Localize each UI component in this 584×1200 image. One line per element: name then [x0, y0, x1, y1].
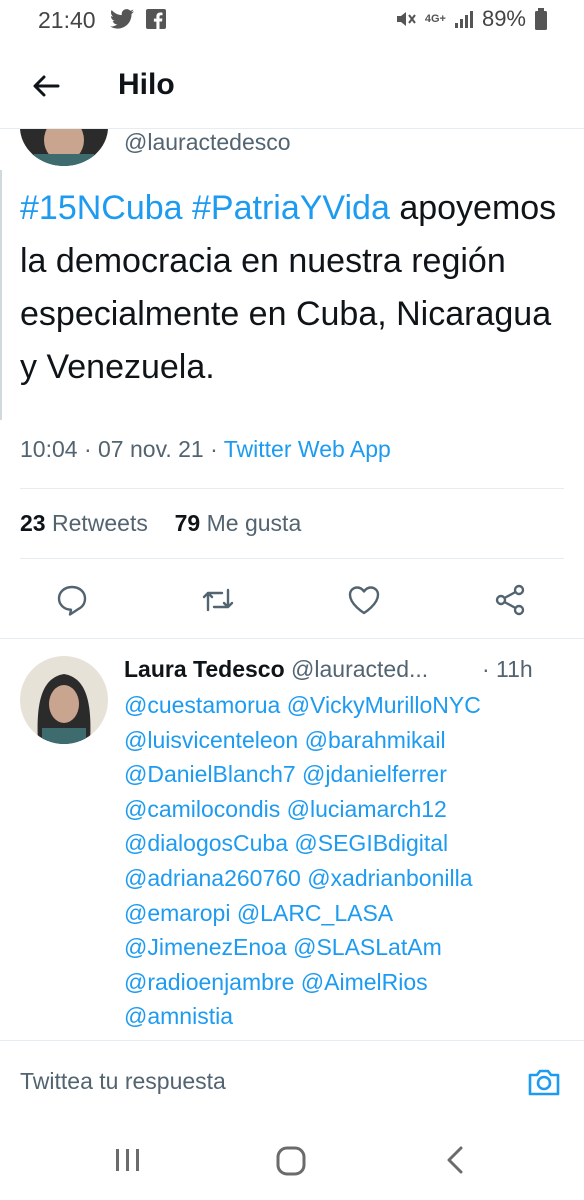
retweet-icon[interactable] — [200, 582, 236, 618]
battery-percent: 89% — [481, 6, 526, 31]
mention-line[interactable]: @luisvicenteleon @barahmikail — [124, 723, 574, 758]
mute-icon — [396, 12, 416, 26]
status-notification-icons — [110, 8, 166, 30]
divider — [0, 1040, 584, 1041]
avatar[interactable] — [20, 656, 108, 744]
reply-compose-input[interactable]: Twittea tu respuesta — [20, 1068, 226, 1095]
mention-line[interactable]: @radioenjambre @AimelRios — [124, 965, 574, 1000]
like-icon[interactable] — [346, 582, 382, 618]
retweets-count: 23 — [20, 510, 46, 536]
retweets-label: Retweets — [51, 510, 148, 536]
camera-icon[interactable] — [526, 1064, 562, 1100]
hashtag-link[interactable]: #15NCuba — [20, 189, 183, 227]
tweet-stats: 23 Retweets 79 Me gusta — [20, 510, 301, 537]
network-4g-icon: 4G+ — [424, 12, 446, 25]
home-icon[interactable] — [276, 1146, 306, 1176]
battery-icon — [535, 8, 547, 30]
mention-line[interactable]: @camilocondis @luciamarch12 — [124, 792, 574, 827]
reply-author-handle[interactable]: @lauracted... — [291, 656, 428, 682]
divider — [20, 558, 564, 559]
arrow-left-icon[interactable] — [28, 68, 64, 104]
thread-edge — [0, 170, 2, 420]
system-nav-bar — [0, 1112, 584, 1200]
mention-line[interactable]: @emaropi @LARC_LASA — [124, 896, 574, 931]
tweet-text: #15NCuba #PatriaYVida apoyemos la democr… — [20, 182, 568, 394]
retweets-stat[interactable]: 23 Retweets — [20, 510, 154, 536]
reply-author-name[interactable]: Laura Tedesco — [124, 656, 285, 682]
mention-line[interactable]: @DanielBlanch7 @jdanielferrer — [124, 757, 574, 792]
mention-line[interactable]: @amnistia — [124, 999, 574, 1034]
mention-line[interactable]: @cuestamorua @VickyMurilloNYC — [124, 688, 574, 723]
likes-stat[interactable]: 79 Me gusta — [175, 510, 302, 536]
reply-timestamp: · 11h — [482, 656, 533, 682]
back-icon[interactable] — [444, 1146, 466, 1174]
recents-icon[interactable] — [114, 1148, 142, 1172]
mention-line[interactable]: @JimenezEnoa @SLASLatAm — [124, 930, 574, 965]
page-title: Hilo — [118, 68, 175, 101]
signal-icon — [454, 11, 473, 28]
reply-text: @cuestamorua @VickyMurilloNYC @luisvicen… — [124, 688, 574, 1034]
status-bar: 21:40 4G+ 89% — [0, 0, 584, 40]
share-icon[interactable] — [492, 582, 528, 618]
app-header: Hilo — [0, 48, 584, 124]
mention-line[interactable]: @adriana260760 @xadrianbonilla — [124, 861, 574, 896]
divider — [0, 638, 584, 639]
header-divider — [0, 128, 584, 129]
status-system-icons: 4G+ 89% — [395, 6, 548, 32]
mention-line[interactable]: @dialogosCuba @SEGIBdigital — [124, 826, 574, 861]
reply-icon[interactable] — [54, 582, 90, 618]
facebook-icon — [146, 9, 166, 29]
meta-separator: · — [83, 436, 92, 462]
tweet-source-link[interactable]: Twitter Web App — [224, 436, 391, 462]
likes-label: Me gusta — [206, 510, 302, 536]
divider — [20, 488, 564, 489]
tweet-date: 07 nov. 21 — [98, 436, 204, 462]
tweet-meta: 10:04 · 07 nov. 21 · Twitter Web App — [20, 436, 391, 463]
tweet-author-handle[interactable]: @lauractedesco — [124, 129, 291, 156]
likes-count: 79 — [174, 510, 201, 536]
tweet-time: 10:04 — [20, 436, 78, 462]
hashtag-link[interactable]: #PatriaYVida — [192, 189, 390, 227]
reply-header: Laura Tedesco @lauracted... · 11h — [124, 656, 533, 683]
twitter-bird-icon — [110, 9, 134, 29]
status-time: 21:40 — [38, 7, 96, 33]
meta-separator: · — [210, 436, 218, 462]
